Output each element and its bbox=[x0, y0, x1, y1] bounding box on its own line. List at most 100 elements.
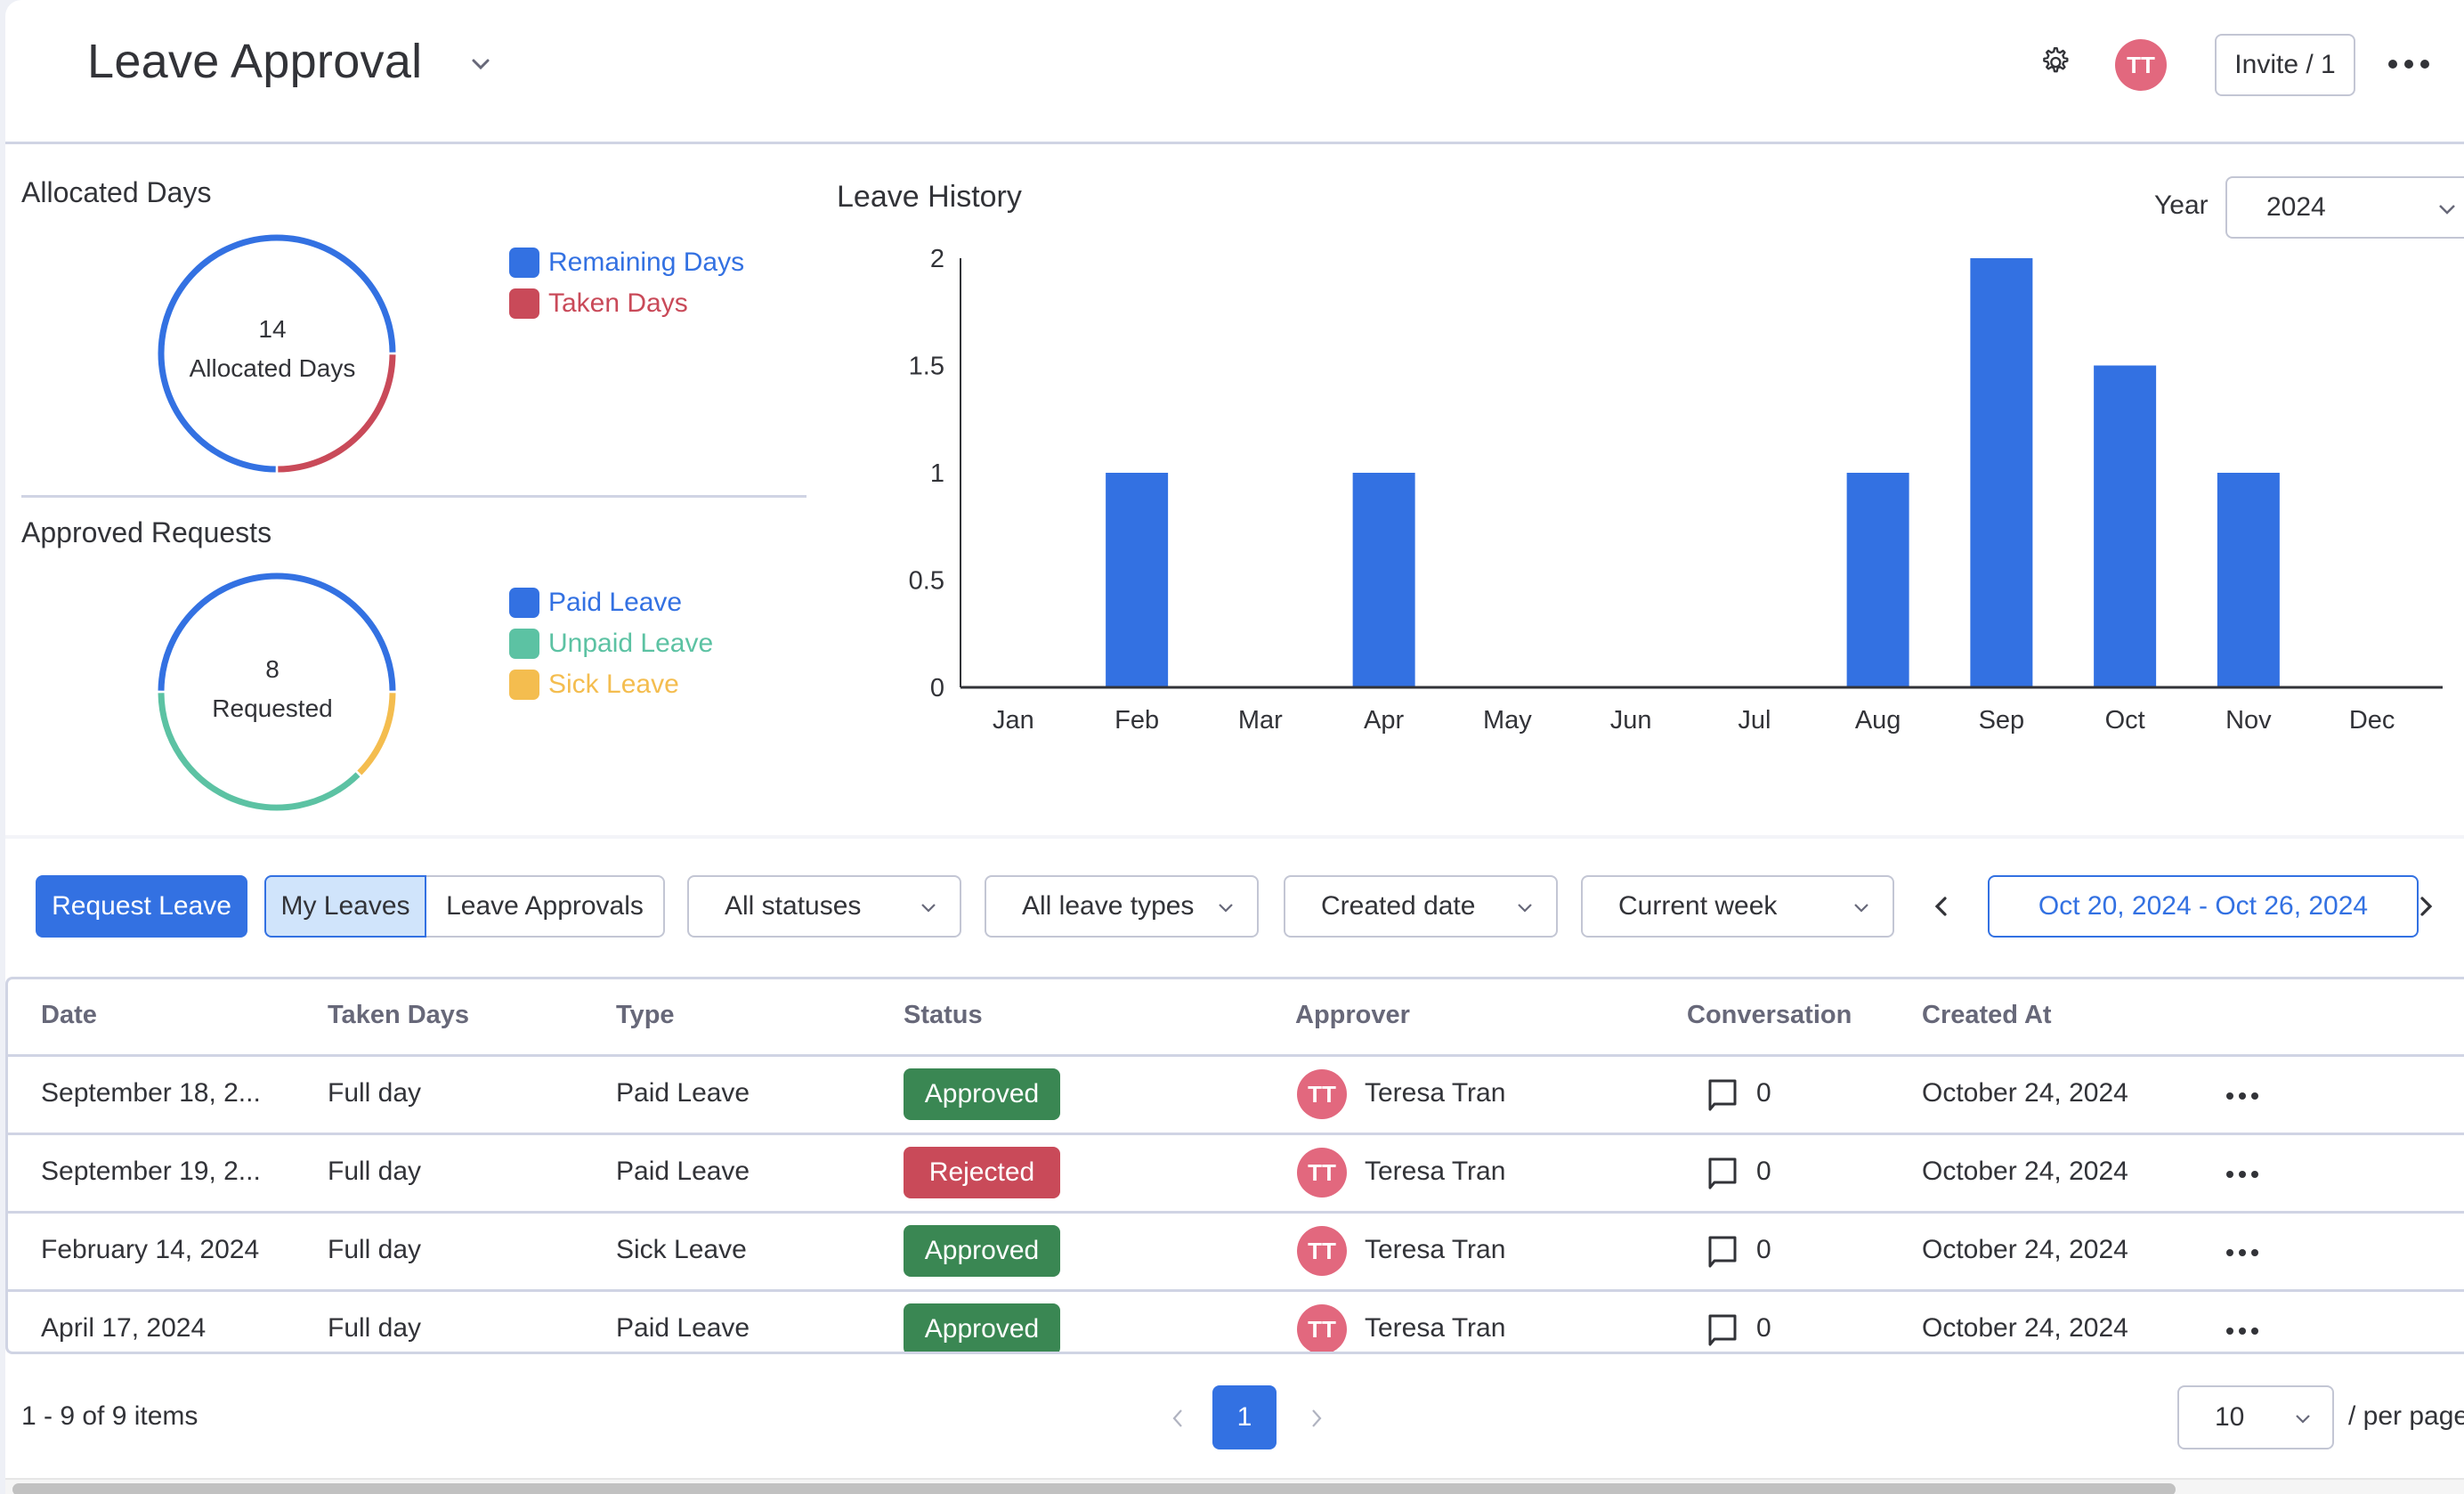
chevron-left-icon[interactable] bbox=[1168, 1405, 1187, 1432]
column-header-status[interactable]: Status bbox=[904, 1001, 983, 1030]
allocated-days-label: Allocated Days bbox=[189, 354, 356, 382]
horizontal-scrollbar-thumb[interactable] bbox=[12, 1483, 2176, 1494]
bar-apr[interactable] bbox=[1352, 473, 1415, 687]
allocated-days-value: 14 bbox=[258, 315, 287, 343]
cell-type: Paid Leave bbox=[616, 1078, 750, 1108]
request-leave-button[interactable]: Request Leave bbox=[36, 875, 247, 938]
bar-aug[interactable] bbox=[1846, 473, 1909, 687]
x-tick-label: Apr bbox=[1364, 706, 1404, 735]
column-header-approver[interactable]: Approver bbox=[1295, 1001, 1410, 1030]
legend-remaining-days: Remaining Days bbox=[509, 248, 744, 278]
cell-type: Paid Leave bbox=[616, 1157, 750, 1186]
cell-taken-days: Full day bbox=[328, 1313, 422, 1343]
x-tick-label: Mar bbox=[1238, 706, 1283, 735]
column-header-created-at[interactable]: Created At bbox=[1922, 1001, 2052, 1030]
leave-type-filter-dropdown[interactable]: All leave types bbox=[985, 875, 1259, 938]
legend-label: Taken Days bbox=[548, 288, 688, 318]
chevron-down-icon bbox=[2439, 205, 2455, 215]
x-tick-label: Sep bbox=[1979, 706, 2025, 735]
approver-avatar: TT bbox=[1297, 1226, 1347, 1276]
legend-swatch bbox=[509, 248, 539, 278]
legend-swatch bbox=[509, 588, 539, 618]
bar-oct[interactable] bbox=[2094, 365, 2157, 688]
column-header-date[interactable]: Date bbox=[41, 1001, 97, 1030]
period-dropdown[interactable]: Current week bbox=[1581, 875, 1894, 938]
chevron-down-icon[interactable] bbox=[468, 52, 493, 77]
leave-history-bar-chart: 0 0.5 1 1.5 2 Jan Feb Mar Apr May Jun Jul Aug Sep Oct N… bbox=[909, 245, 2443, 735]
column-header-type[interactable]: Type bbox=[616, 1001, 675, 1030]
period-value: Current week bbox=[1618, 891, 1778, 921]
page-button-current[interactable]: 1 bbox=[1212, 1385, 1277, 1449]
date-field-dropdown[interactable]: Created date bbox=[1284, 875, 1558, 938]
legend-sick-leave: Sick Leave bbox=[509, 670, 679, 700]
leaves-table: Date Taken Days Type Status Approver Con… bbox=[5, 977, 2464, 1354]
date-range-picker[interactable]: Oct 20, 2024 - Oct 26, 2024 bbox=[1988, 875, 2419, 938]
column-header-taken-days[interactable]: Taken Days bbox=[328, 1001, 469, 1030]
more-horizontal-icon[interactable] bbox=[2225, 1091, 2260, 1101]
approved-requests-center: 8 Requested bbox=[157, 650, 388, 728]
table-row[interactable]: February 14, 2024 Full day Sick Leave Appro… bbox=[8, 1214, 2464, 1292]
approver-avatar: TT bbox=[1297, 1148, 1347, 1198]
tab-my-leaves[interactable]: My Leaves bbox=[264, 875, 426, 938]
approved-requests-value: 8 bbox=[265, 655, 280, 683]
year-select[interactable]: 2024 bbox=[2225, 176, 2464, 239]
cell-created-at: October 24, 2024 bbox=[1922, 1313, 2128, 1343]
cell-type: Paid Leave bbox=[616, 1313, 750, 1343]
table-row[interactable]: April 17, 2024 Full day Paid Leave Approved… bbox=[8, 1292, 2464, 1352]
cell-approver: Teresa Tran bbox=[1365, 1235, 1506, 1264]
legend-swatch bbox=[509, 629, 539, 659]
approved-requests-label: Requested bbox=[212, 694, 333, 722]
table-row[interactable]: September 19, 2... Full day Paid Leave Reje… bbox=[8, 1135, 2464, 1214]
chevron-left-icon[interactable] bbox=[1928, 893, 1955, 920]
x-tick-label: Jun bbox=[1610, 706, 1652, 735]
legend-label: Unpaid Leave bbox=[548, 629, 714, 658]
cell-taken-days: Full day bbox=[328, 1157, 422, 1186]
per-page-select[interactable]: 10 bbox=[2177, 1385, 2334, 1449]
more-horizontal-icon[interactable] bbox=[2225, 1169, 2260, 1180]
status-filter-dropdown[interactable]: All statuses bbox=[687, 875, 961, 938]
app-window: Leave Approval TT Invite / 1 Allocated D… bbox=[5, 0, 2464, 1494]
invite-button[interactable]: Invite / 1 bbox=[2215, 34, 2355, 96]
comment-icon[interactable] bbox=[1706, 1078, 1739, 1112]
comment-icon[interactable] bbox=[1706, 1157, 1739, 1190]
more-horizontal-icon[interactable] bbox=[2384, 53, 2434, 75]
y-tick-label: 1 bbox=[930, 459, 944, 488]
x-tick-label: Jul bbox=[1738, 706, 1771, 735]
chevron-down-icon bbox=[1518, 904, 1532, 913]
comment-icon[interactable] bbox=[1706, 1235, 1739, 1269]
cell-taken-days: Full day bbox=[328, 1078, 422, 1108]
cell-created-at: October 24, 2024 bbox=[1922, 1157, 2128, 1186]
chevron-right-icon[interactable] bbox=[1307, 1405, 1326, 1432]
user-avatar[interactable]: TT bbox=[2115, 39, 2167, 91]
gear-icon[interactable] bbox=[2037, 45, 2072, 80]
cell-approver: Teresa Tran bbox=[1365, 1313, 1506, 1343]
bar-sep[interactable] bbox=[1970, 258, 2033, 687]
y-tick-label: 2 bbox=[930, 245, 944, 273]
more-horizontal-icon[interactable] bbox=[2225, 1247, 2260, 1258]
status-badge: Approved bbox=[904, 1303, 1060, 1352]
y-tick-label: 0.5 bbox=[909, 567, 944, 596]
status-badge: Approved bbox=[904, 1068, 1060, 1120]
x-tick-label: Aug bbox=[1855, 706, 1901, 735]
more-horizontal-icon[interactable] bbox=[2225, 1326, 2260, 1336]
bar-feb[interactable] bbox=[1106, 473, 1169, 687]
tab-leave-approvals[interactable]: Leave Approvals bbox=[426, 875, 665, 938]
section-separator bbox=[5, 835, 2464, 839]
column-header-conversation[interactable]: Conversation bbox=[1687, 1001, 1852, 1030]
x-tick-label: Jan bbox=[993, 706, 1034, 735]
comment-icon[interactable] bbox=[1706, 1313, 1739, 1347]
chevron-right-icon[interactable] bbox=[2412, 893, 2439, 920]
page-title: Leave Approval bbox=[87, 35, 423, 88]
approved-requests-title: Approved Requests bbox=[21, 516, 272, 548]
x-tick-label: Nov bbox=[2225, 706, 2272, 735]
chevron-down-icon bbox=[1854, 904, 1868, 913]
x-tick-label: Dec bbox=[2349, 706, 2395, 735]
cell-date: September 18, 2... bbox=[41, 1078, 261, 1108]
status-filter-value: All statuses bbox=[725, 891, 862, 921]
allocated-days-center: 14 Allocated Days bbox=[157, 310, 388, 388]
approver-avatar: TT bbox=[1297, 1304, 1347, 1352]
legend-label: Paid Leave bbox=[548, 588, 683, 617]
bar-nov[interactable] bbox=[2217, 473, 2280, 687]
table-row[interactable]: September 18, 2... Full day Paid Leave Appr… bbox=[8, 1057, 2464, 1135]
leave-history-title: Leave History bbox=[837, 180, 1022, 214]
